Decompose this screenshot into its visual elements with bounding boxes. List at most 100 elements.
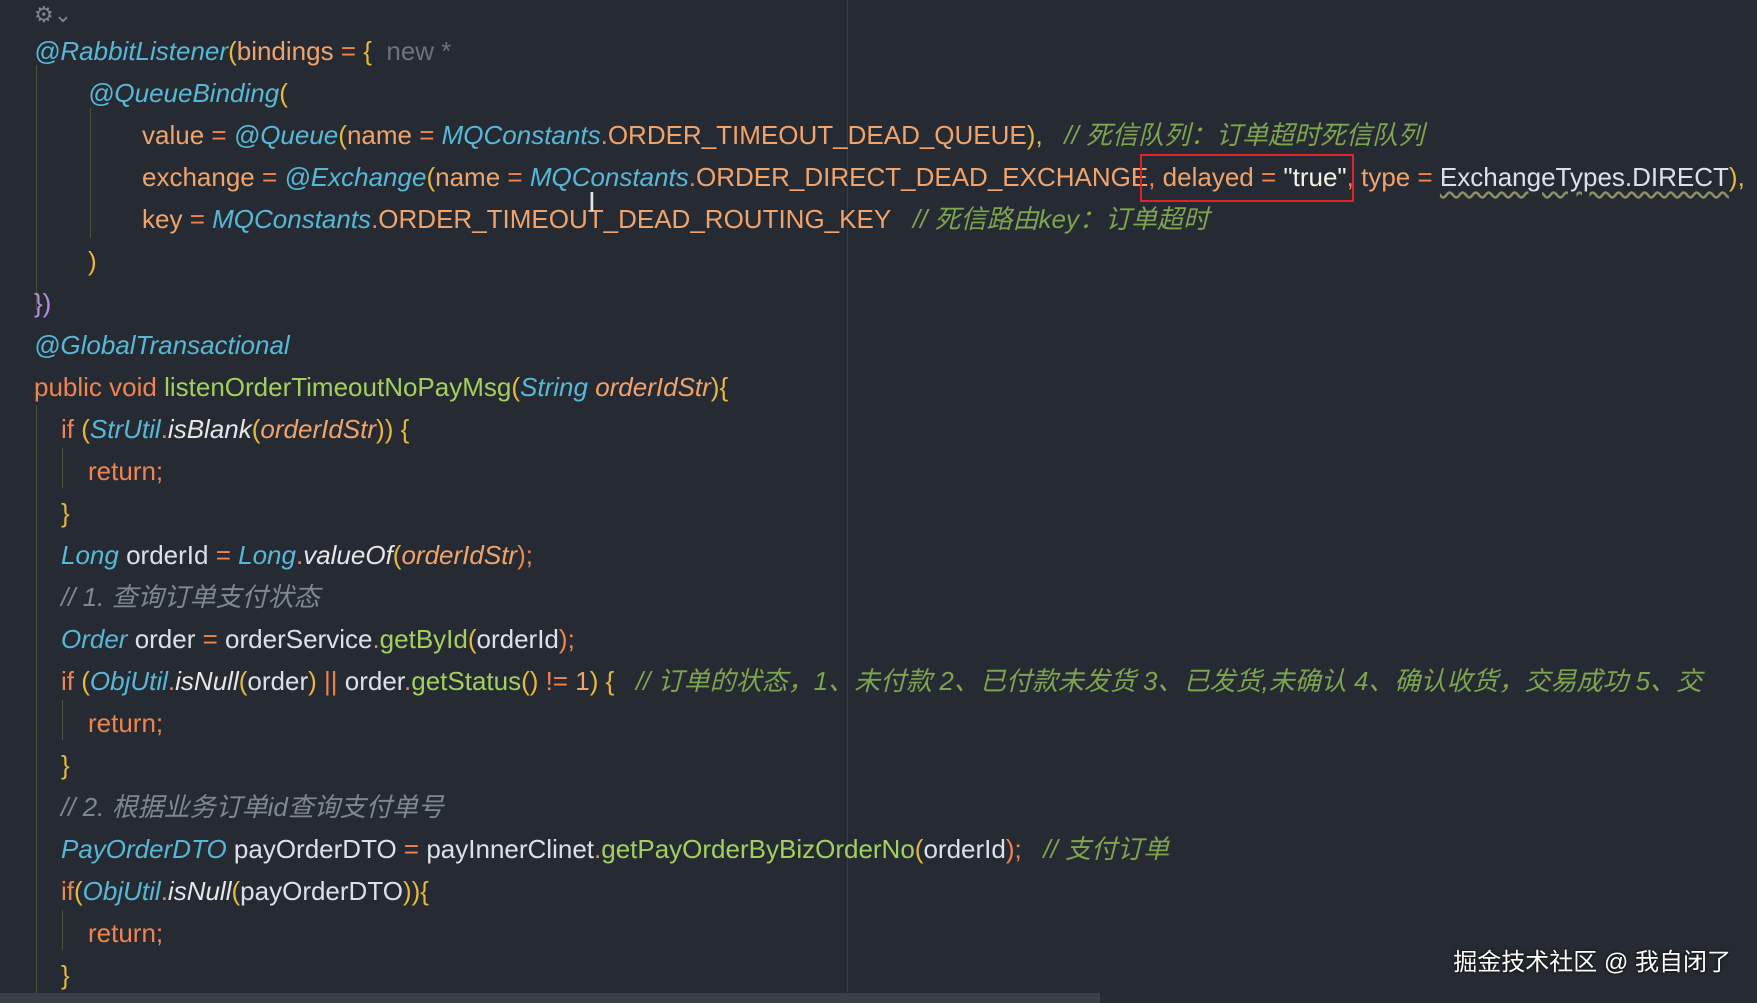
code-line[interactable]: Order order = orderService.getById(order… <box>61 618 575 660</box>
code-token: ORDER_TIMEOUT_DEAD_ROUTING_KEY <box>378 204 892 234</box>
code-token: = <box>204 120 234 150</box>
code-editor[interactable]: ⚙⌄ @RabbitListener(bindings = { new * @Qu… <box>0 0 1757 1003</box>
code-token: orderIdStr <box>260 414 377 444</box>
code-token: orderIdStr <box>595 372 711 402</box>
code-token: MQConstants <box>212 204 372 234</box>
code-token: () <box>521 666 546 696</box>
code-token: getById <box>379 624 468 654</box>
code-line[interactable]: key = MQConstants.ORDER_TIMEOUT_DEAD_ROU… <box>142 198 1209 240</box>
code-line[interactable]: return; <box>88 912 163 954</box>
code-line[interactable]: } <box>61 492 70 534</box>
code-token: Long <box>61 540 127 570</box>
code-token: return <box>88 708 156 738</box>
code-line[interactable]: return; <box>88 702 163 744</box>
code-token: order <box>247 666 309 696</box>
code-token: // 订单的状态，1、未付款 2、已付款未发货 3、已发货,未确认 4、确认收货… <box>614 666 1703 696</box>
watermark: 掘金技术社区 @ 我自闭了 <box>1453 949 1731 976</box>
code-token: = <box>333 36 364 66</box>
code-token: name <box>346 120 412 150</box>
code-token: ( <box>81 414 90 444</box>
code-line[interactable]: if (ObjUtil.isNull(order) || order.getSt… <box>61 660 1702 702</box>
code-token: MQConstants <box>441 120 601 150</box>
code-token: payInnerClinet <box>426 834 594 864</box>
code-token: ORDER_DIRECT_DEAD_EXCHANGE <box>696 162 1149 192</box>
code-token: = <box>1410 162 1440 192</box>
code-token: bindings <box>236 36 334 66</box>
code-line[interactable]: // 1. 查询订单支付状态 <box>61 576 320 618</box>
code-token: @Queue <box>233 120 339 150</box>
code-line[interactable]: if (StrUtil.isBlank(orderIdStr)) { <box>61 408 409 450</box>
code-token: Order <box>61 624 135 654</box>
indent-guide <box>62 910 63 950</box>
code-line[interactable]: if(ObjUtil.isNull(payOrderDTO)){ <box>61 870 429 912</box>
indent-guide <box>36 65 37 310</box>
code-token: ( <box>511 372 521 402</box>
code-token: } <box>61 960 70 990</box>
code-token: ; <box>155 708 164 738</box>
code-token: // 1. 查询订单支付状态 <box>61 582 320 612</box>
code-token: ); <box>558 624 575 654</box>
code-line[interactable]: exchange = @Exchange(name = MQConstants.… <box>142 156 1757 198</box>
code-line[interactable]: } <box>61 744 70 786</box>
code-token: ); <box>1005 834 1022 864</box>
file-type-icon[interactable]: ⚙⌄ <box>34 2 72 28</box>
code-line[interactable]: value = @Queue(name = MQConstants.ORDER_… <box>142 114 1424 156</box>
code-token: = <box>254 162 285 192</box>
code-token: , <box>1745 162 1757 192</box>
code-token: ( <box>228 36 237 66</box>
code-token: key <box>142 204 183 234</box>
code-line[interactable]: PayOrderDTO payOrderDTO = payInnerClinet… <box>61 828 1169 870</box>
code-token: ( <box>279 78 288 108</box>
code-token: ( <box>338 120 347 150</box>
delayed-highlight-box <box>1140 154 1354 202</box>
code-token: orderService <box>225 624 373 654</box>
code-token: order <box>344 666 404 696</box>
code-token: if <box>61 414 82 444</box>
code-line[interactable]: return; <box>88 450 163 492</box>
code-line[interactable]: } <box>61 954 70 996</box>
code-token: } <box>61 750 70 780</box>
code-token: new * <box>371 36 452 66</box>
code-token: public void <box>34 372 165 402</box>
code-token: MQConstants <box>529 162 689 192</box>
code-line[interactable]: Long orderId = Long.valueOf(orderIdStr); <box>61 534 533 576</box>
code-token: || <box>324 666 345 696</box>
horizontal-scrollbar[interactable] <box>0 993 1100 1003</box>
code-line[interactable]: @RabbitListener(bindings = { new * <box>34 30 451 72</box>
code-token: = <box>500 162 530 192</box>
indent-guide <box>62 700 63 740</box>
code-token: // 2. 根据业务订单id查询支付单号 <box>61 792 444 822</box>
indent-guide <box>62 448 63 488</box>
code-token: ; <box>155 918 164 948</box>
code-token: . <box>688 162 696 192</box>
code-line[interactable]: @GlobalTransactional <box>34 324 290 366</box>
code-token: value <box>142 120 205 150</box>
code-token: ) <box>308 666 324 696</box>
code-token: = <box>208 540 239 570</box>
code-token: }) <box>34 288 52 318</box>
code-token: @Exchange <box>284 162 427 192</box>
code-token: { <box>363 36 372 66</box>
code-line[interactable]: ) <box>88 240 97 282</box>
code-token: getStatus <box>411 666 522 696</box>
code-token: = <box>411 120 442 150</box>
code-token: ExchangeTypes.DIRECT <box>1439 162 1729 192</box>
code-token: String <box>520 372 596 402</box>
code-token: valueOf <box>303 540 393 570</box>
code-token: return <box>88 918 156 948</box>
code-token: order <box>134 624 196 654</box>
code-token: @RabbitListener <box>34 36 229 66</box>
code-line[interactable]: // 2. 根据业务订单id查询支付单号 <box>61 786 444 828</box>
code-line[interactable]: public void listenOrderTimeoutNoPayMsg(S… <box>34 366 728 408</box>
code-token: ), <box>1728 162 1745 192</box>
code-token: @GlobalTransactional <box>34 330 290 360</box>
code-token: = <box>396 834 427 864</box>
code-line[interactable]: }) <box>34 282 51 324</box>
code-token: ORDER_TIMEOUT_DEAD_QUEUE <box>607 120 1027 150</box>
code-token: payOrderDTO <box>233 834 397 864</box>
code-token: ObjUtil <box>82 876 161 906</box>
code-line[interactable]: @QueueBinding( <box>88 72 288 114</box>
code-token: getPayOrderByBizOrderNo <box>601 834 915 864</box>
code-token: = <box>195 624 226 654</box>
code-token: ) <box>88 246 97 276</box>
